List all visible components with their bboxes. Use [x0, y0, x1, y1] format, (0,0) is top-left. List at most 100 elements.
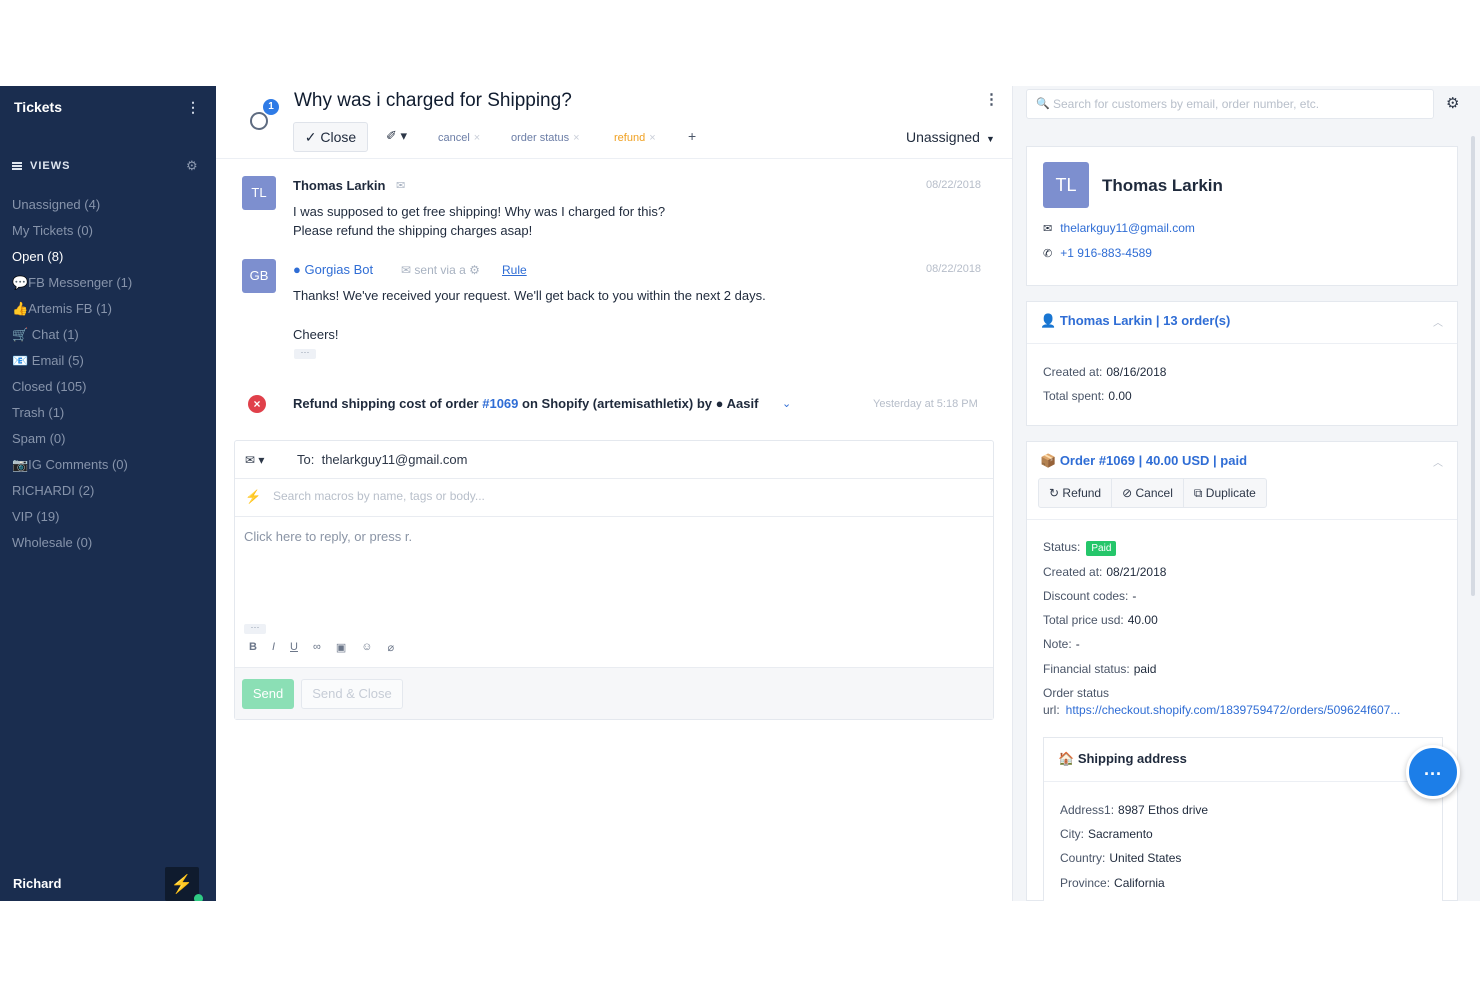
- shipping-address-header[interactable]: 🏠 Shipping address ︿: [1044, 738, 1442, 782]
- reply-textarea[interactable]: Click here to reply, or press r.: [244, 529, 412, 544]
- kv-value: California: [1114, 876, 1165, 890]
- chevron-up-icon[interactable]: ︿: [1433, 314, 1443, 329]
- sidebar-menu-icon[interactable]: ⋮: [186, 99, 200, 116]
- shopify-customer-header[interactable]: 👤 Thomas Larkin | 13 order(s) ︿: [1027, 302, 1457, 344]
- sidebar-item-chat[interactable]: 🛒 Chat (1): [12, 324, 207, 350]
- refund-label: Refund: [1062, 486, 1102, 500]
- tag-cancel[interactable]: cancel ×: [438, 130, 480, 146]
- created-at-row: Created at: 08/16/2018: [1043, 365, 1166, 379]
- order-title[interactable]: 📦 Order #1069 | 40.00 USD | paid: [1040, 453, 1247, 469]
- order-link[interactable]: #1069: [482, 396, 518, 411]
- ticket-title[interactable]: Why was i charged for Shipping?: [294, 90, 572, 112]
- sidebar-item-fb-messenger[interactable]: 💬FB Messenger (1): [12, 272, 207, 298]
- message-line: I was supposed to get free shipping! Why…: [293, 204, 666, 219]
- sidebar-item-richardi[interactable]: RICHARDI (2): [12, 480, 207, 506]
- kv-value: 40.00: [1127, 613, 1158, 627]
- sidebar-item-wholesale[interactable]: Wholesale (0): [12, 532, 207, 558]
- event-text: on: [522, 396, 538, 411]
- channel-select[interactable]: ✉ ▾: [245, 453, 264, 467]
- current-user-name[interactable]: Richard: [13, 876, 61, 891]
- expand-quoted-icon[interactable]: ···: [294, 348, 316, 359]
- more-options-icon[interactable]: ···: [244, 623, 266, 634]
- sidebar-item-email[interactable]: 📧 Email (5): [12, 350, 207, 376]
- views-settings-icon[interactable]: ⚙: [186, 158, 198, 174]
- sidebar-item-ig-comments[interactable]: 📷IG Comments (0): [12, 454, 207, 480]
- duplicate-button[interactable]: ⧉ Duplicate: [1184, 479, 1266, 507]
- kv-label: City:: [1060, 827, 1084, 841]
- underline-icon[interactable]: U: [290, 641, 298, 654]
- panel-settings-icon[interactable]: ⚙: [1446, 94, 1459, 112]
- bold-icon[interactable]: B: [249, 641, 257, 654]
- to-field[interactable]: To: thelarkguy11@gmail.com: [297, 452, 468, 467]
- event-platform: Shopify (artemisathletix): [541, 396, 694, 411]
- lightning-icon: ⚡: [245, 489, 262, 504]
- send-and-close-button[interactable]: Send & Close: [301, 679, 403, 709]
- chevron-down-icon[interactable]: ⌄: [782, 397, 791, 410]
- tag-order-status[interactable]: order status ×: [511, 130, 580, 146]
- sidebar-item-closed[interactable]: Closed (105): [12, 376, 207, 402]
- chat-widget-button[interactable]: ···: [1406, 745, 1460, 799]
- message-author[interactable]: Thomas Larkin: [293, 178, 385, 193]
- envelope-icon: ✉: [1043, 223, 1053, 235]
- chevron-up-icon[interactable]: ︿: [1433, 454, 1443, 469]
- panel-scrollbar[interactable]: [1471, 136, 1475, 596]
- sidebar-item-unassigned[interactable]: Unassigned (4): [12, 194, 207, 220]
- tag-refund[interactable]: refund ×: [614, 130, 656, 146]
- remove-tag-icon[interactable]: ×: [573, 132, 579, 144]
- bot-author[interactable]: ● Gorgias Bot: [293, 262, 373, 277]
- remove-tag-icon[interactable]: ×: [649, 132, 655, 144]
- remove-tag-icon[interactable]: ×: [474, 132, 480, 144]
- macro-wand-button[interactable]: ✐ ▾: [386, 128, 407, 144]
- link-icon[interactable]: ∞: [313, 641, 321, 654]
- cancel-order-button[interactable]: ⊘ Cancel: [1112, 479, 1184, 507]
- customer-phone[interactable]: ✆ +1 916-883-4589: [1043, 246, 1152, 260]
- copy-icon: ⧉: [1193, 486, 1203, 500]
- image-icon[interactable]: ▣: [336, 641, 346, 654]
- gear-icon: ⚙: [469, 263, 480, 277]
- online-status-dot: [194, 894, 203, 901]
- sidebar-item-artemis-fb[interactable]: 👍Artemis FB (1): [12, 298, 207, 324]
- attachment-icon[interactable]: ⌀: [387, 641, 394, 654]
- sidebar-item-vip[interactable]: VIP (19): [12, 506, 207, 532]
- message-body: Thanks! We've received your request. We'…: [293, 286, 766, 344]
- emoji-icon[interactable]: ☺: [361, 641, 372, 654]
- country-row: Country: United States: [1060, 851, 1181, 865]
- history-icon[interactable]: [250, 112, 268, 130]
- rule-link[interactable]: Rule: [502, 263, 527, 277]
- assignee-dropdown[interactable]: Unassigned ▼: [906, 129, 995, 145]
- shipping-title: 🏠 Shipping address: [1058, 751, 1187, 767]
- tag-label: order status: [511, 132, 570, 144]
- shopify-customer-title-text: Thomas Larkin | 13 order(s): [1059, 313, 1231, 328]
- ticket-menu-icon[interactable]: ⋮: [984, 90, 999, 108]
- order-status-link[interactable]: https://checkout.shopify.com/1839759472/…: [1066, 703, 1401, 717]
- views-header: VIEWS: [12, 160, 70, 172]
- sidebar-item-spam[interactable]: Spam (0): [12, 428, 207, 454]
- refresh-icon: ↻: [1049, 486, 1060, 500]
- customer-card: TL Thomas Larkin ✉ thelarkguy11@gmail.com…: [1026, 146, 1458, 286]
- sidebar-item-trash[interactable]: Trash (1): [12, 402, 207, 428]
- duplicate-label: Duplicate: [1205, 486, 1256, 500]
- customer-name[interactable]: Thomas Larkin: [1102, 176, 1223, 196]
- app-window: Tickets ⋮ VIEWS ⚙ Unassigned (4) My Tick…: [0, 86, 1480, 901]
- reply-composer: ✉ ▾ To: thelarkguy11@gmail.com ⚡ Search …: [234, 440, 994, 720]
- customer-search-input[interactable]: 🔍 Search for customers by email, order n…: [1026, 89, 1434, 119]
- italic-icon[interactable]: I: [272, 641, 275, 654]
- financial-status-row: Financial status: paid: [1043, 662, 1156, 676]
- message-line: Please refund the shipping charges asap!: [293, 223, 533, 238]
- event-text: Refund shipping cost of order: [293, 396, 479, 411]
- close-ticket-button[interactable]: ✓ Close: [293, 122, 368, 152]
- person-icon: 👤: [1040, 313, 1057, 328]
- add-tag-icon[interactable]: +: [688, 128, 696, 144]
- customer-email[interactable]: ✉ thelarkguy11@gmail.com: [1043, 221, 1195, 235]
- history-count-badge: 1: [263, 99, 279, 115]
- kv-value: United States: [1109, 851, 1182, 865]
- macro-search-input[interactable]: Search macros by name, tags or body...: [273, 489, 485, 503]
- kv-label: Note:: [1043, 637, 1072, 651]
- order-created-row: Created at: 08/21/2018: [1043, 565, 1166, 579]
- send-button[interactable]: Send: [242, 679, 294, 709]
- refund-button[interactable]: ↻ Refund: [1039, 479, 1113, 507]
- address1-row: Address1: 8987 Ethos drive: [1060, 803, 1208, 817]
- note-row: Note: -: [1043, 637, 1080, 651]
- sidebar-item-my-tickets[interactable]: My Tickets (0): [12, 220, 207, 246]
- sidebar-item-open[interactable]: Open (8): [12, 246, 207, 272]
